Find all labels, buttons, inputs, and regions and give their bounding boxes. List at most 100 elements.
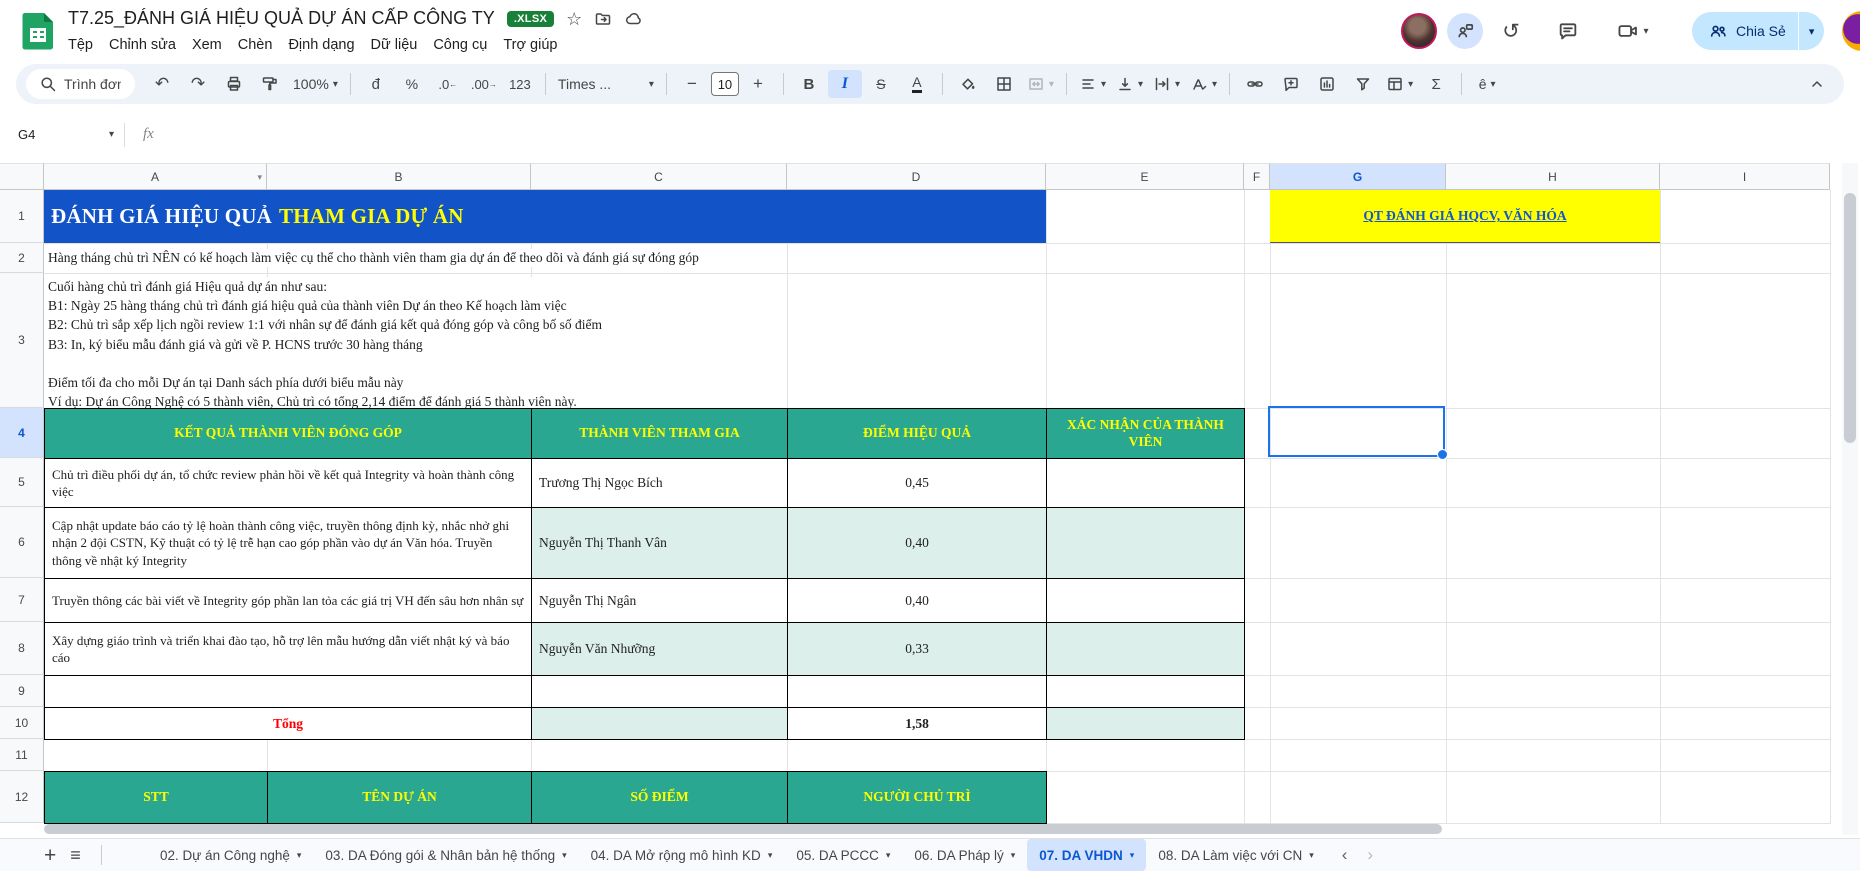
- row-header-5[interactable]: 5: [0, 458, 44, 507]
- column-header-d[interactable]: D: [787, 163, 1046, 190]
- add-sheet-button[interactable]: +: [44, 845, 56, 866]
- format-percent-button[interactable]: %: [395, 70, 429, 98]
- qt-link-cell[interactable]: QT ĐÁNH GIÁ HQCV, VĂN HÓA: [1270, 190, 1660, 243]
- text-wrap-button[interactable]: ▾: [1149, 70, 1184, 98]
- header-ten-du-an[interactable]: TÊN DỰ ÁN: [268, 772, 532, 824]
- sheet-tab-02[interactable]: 02. Dự án Công nghệ ▾: [148, 839, 313, 871]
- tab-dropdown-icon[interactable]: ▾: [1309, 850, 1314, 861]
- name-box[interactable]: G4 ▾: [0, 127, 114, 142]
- strikethrough-button[interactable]: S: [864, 70, 898, 98]
- collaborator-avatar[interactable]: [1401, 13, 1437, 49]
- header-so-diem[interactable]: SỐ ĐIỂM: [532, 772, 788, 824]
- formula-input[interactable]: [154, 108, 1860, 161]
- score-cell[interactable]: 0,33: [788, 623, 1047, 676]
- header-thanh-vien[interactable]: THÀNH VIÊN THAM GIA: [532, 409, 788, 459]
- menu-tro-giup[interactable]: Trợ giúp: [495, 34, 565, 56]
- menus-search[interactable]: Trình đơn: [26, 69, 135, 99]
- total-blank-cell[interactable]: [1047, 708, 1245, 740]
- print-button[interactable]: [217, 70, 251, 98]
- increase-font-size-button[interactable]: +: [741, 70, 775, 98]
- sheet-tab-04[interactable]: 04. DA Mở rộng mô hình KD ▾: [579, 839, 785, 871]
- row-header-12[interactable]: 12: [0, 771, 44, 823]
- empty-cell[interactable]: [45, 676, 532, 708]
- column-header-c[interactable]: C: [531, 163, 787, 190]
- header-xac-nhan[interactable]: XÁC NHẬN CỦA THÀNH VIÊN: [1047, 409, 1245, 459]
- row-header-2[interactable]: 2: [0, 243, 44, 273]
- decrease-font-size-button[interactable]: −: [675, 70, 709, 98]
- header-diem[interactable]: ĐIỂM HIỆU QUẢ: [788, 409, 1047, 459]
- selected-cell-g4[interactable]: [1268, 406, 1445, 457]
- filter-button[interactable]: [1346, 70, 1380, 98]
- menu-dinh-dang[interactable]: Định dạng: [280, 34, 362, 56]
- select-all-corner[interactable]: [0, 163, 44, 190]
- menu-tep[interactable]: Tệp: [60, 34, 101, 56]
- column-header-e[interactable]: E: [1046, 163, 1244, 190]
- insert-chart-button[interactable]: [1310, 70, 1344, 98]
- sheet-tab-03[interactable]: 03. DA Đóng gói & Nhân bản hệ thống ▾: [313, 839, 578, 871]
- font-size-input[interactable]: 10: [711, 72, 739, 96]
- header-stt[interactable]: STT: [45, 772, 268, 824]
- tab-dropdown-icon[interactable]: ▾: [886, 850, 891, 861]
- horizontal-align-button[interactable]: ▾: [1075, 70, 1110, 98]
- input-tools-button[interactable]: ê ▾: [1470, 70, 1504, 98]
- row-header-3[interactable]: 3: [0, 273, 44, 408]
- confirm-cell[interactable]: [1047, 579, 1245, 623]
- column-header-a[interactable]: A ▾: [44, 163, 267, 190]
- tabs-scroll-left-icon[interactable]: ‹: [1342, 845, 1348, 865]
- tab-dropdown-icon[interactable]: ▾: [768, 850, 773, 861]
- insert-comment-button[interactable]: [1274, 70, 1308, 98]
- meet-video-icon[interactable]: ▾: [1612, 19, 1654, 43]
- collapse-toolbar-button[interactable]: [1800, 70, 1834, 98]
- tabs-scroll-right-icon[interactable]: ›: [1367, 845, 1373, 865]
- zoom-select[interactable]: 100% ▾: [289, 70, 342, 98]
- move-folder-icon[interactable]: [594, 10, 612, 28]
- share-button[interactable]: Chia Sẻ ▾: [1692, 12, 1824, 50]
- menu-xem[interactable]: Xem: [184, 34, 230, 56]
- tab-dropdown-icon[interactable]: ▾: [297, 850, 302, 861]
- member-cell[interactable]: Nguyễn Thị Thanh Vân: [532, 508, 788, 579]
- confirm-cell[interactable]: [1047, 623, 1245, 676]
- cloud-status-icon[interactable]: [624, 10, 644, 28]
- member-cell[interactable]: Nguyễn Thị Ngân: [532, 579, 788, 623]
- share-dropdown-icon[interactable]: ▾: [1799, 25, 1825, 38]
- member-cell[interactable]: Nguyễn Văn Nhưỡng: [532, 623, 788, 676]
- row-header-10[interactable]: 10: [0, 707, 44, 739]
- column-header-h[interactable]: H: [1446, 163, 1660, 190]
- menu-chinh-sua[interactable]: Chỉnh sửa: [101, 34, 184, 56]
- score-cell[interactable]: 0,40: [788, 508, 1047, 579]
- format-currency-button[interactable]: đ: [359, 70, 393, 98]
- row-header-1[interactable]: 1: [0, 190, 44, 243]
- tab-dropdown-icon[interactable]: ▾: [1130, 850, 1135, 861]
- row-header-9[interactable]: 9: [0, 675, 44, 707]
- score-cell[interactable]: 0,45: [788, 459, 1047, 508]
- tab-dropdown-icon[interactable]: ▾: [1011, 850, 1016, 861]
- all-sheets-button[interactable]: ≡: [70, 845, 81, 866]
- text-color-button[interactable]: A: [900, 70, 934, 98]
- version-history-icon[interactable]: ↺: [1499, 19, 1523, 43]
- row-header-11[interactable]: 11: [0, 739, 44, 771]
- number-format-button[interactable]: 123: [503, 70, 537, 98]
- fill-handle[interactable]: [1437, 449, 1448, 460]
- header-nguoi-chu-tri[interactable]: NGƯỜI CHỦ TRÌ: [788, 772, 1047, 824]
- fill-color-button[interactable]: [951, 70, 985, 98]
- meet-dropdown-icon[interactable]: ▾: [1643, 26, 1648, 37]
- font-select[interactable]: Times ... ▾: [554, 70, 658, 98]
- note-row2[interactable]: Hàng tháng chủ trì NÊN có kế hoạch làm v…: [48, 249, 703, 267]
- text-rotation-button[interactable]: ▾: [1186, 70, 1221, 98]
- score-cell[interactable]: 0,40: [788, 579, 1047, 623]
- total-blank-cell[interactable]: [532, 708, 788, 740]
- total-value-cell[interactable]: 1,58: [788, 708, 1047, 740]
- borders-button[interactable]: [987, 70, 1021, 98]
- table-views-button[interactable]: ▾: [1382, 70, 1417, 98]
- increase-decimal-button[interactable]: .00→: [467, 70, 501, 98]
- row-header-8[interactable]: 8: [0, 622, 44, 675]
- column-header-f[interactable]: F: [1244, 163, 1270, 190]
- merge-cells-button[interactable]: ▾: [1023, 70, 1058, 98]
- document-title[interactable]: T7.25_ĐÁNH GIÁ HIỆU QUẢ DỰ ÁN CẤP CÔNG T…: [68, 8, 495, 29]
- vertical-scrollbar[interactable]: [1844, 193, 1856, 443]
- decrease-decimal-button[interactable]: .0←: [431, 70, 465, 98]
- column-header-b[interactable]: B: [267, 163, 531, 190]
- qt-link-text[interactable]: QT ĐÁNH GIÁ HQCV, VĂN HÓA: [1363, 208, 1566, 224]
- empty-cell[interactable]: [532, 676, 788, 708]
- italic-button[interactable]: I: [828, 70, 862, 98]
